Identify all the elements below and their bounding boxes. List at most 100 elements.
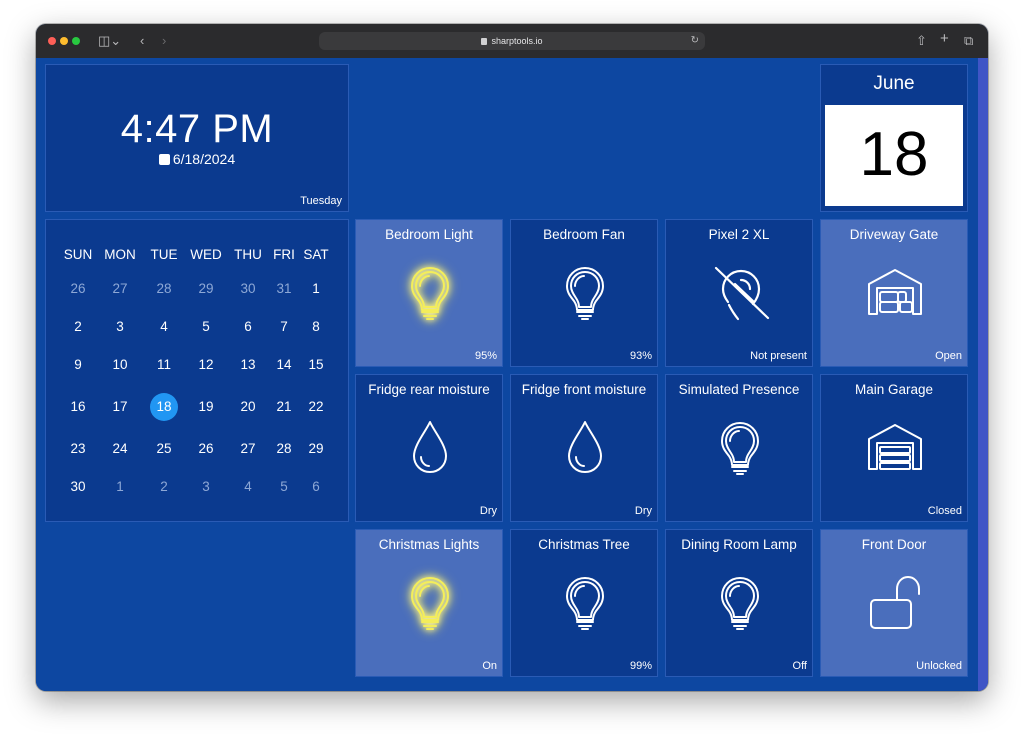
- calendar-day[interactable]: 13: [228, 350, 268, 380]
- calendar-day[interactable]: 29: [296, 434, 336, 464]
- calendar-day-number: 17: [112, 399, 128, 414]
- weekday-header: MON: [104, 247, 136, 262]
- clock-weekday: Tuesday: [300, 195, 342, 207]
- browser-toolbar: ◫⌄ ‹ › sharptools.io ↻ ⇧ + ⧉: [36, 24, 988, 59]
- calendar-day[interactable]: 17: [100, 392, 140, 422]
- scrollbar[interactable]: [978, 58, 988, 691]
- calendar-day[interactable]: 27: [100, 274, 140, 304]
- tile-simulated-presence[interactable]: Simulated Presence: [665, 374, 813, 522]
- tile-status: Off: [792, 660, 807, 672]
- calendar-day[interactable]: 29: [186, 274, 226, 304]
- tile-christmas-tree[interactable]: Christmas Tree 99%: [510, 529, 658, 677]
- calendar-day[interactable]: 3: [100, 312, 140, 342]
- month-day-card: June 18: [820, 64, 968, 212]
- tile-fridge-front-moisture[interactable]: Fridge front moisture Dry: [510, 374, 658, 522]
- calendar-day[interactable]: 9: [58, 350, 98, 380]
- calendar-day-number: 3: [202, 479, 210, 494]
- back-icon[interactable]: ‹: [140, 33, 144, 49]
- reload-icon[interactable]: ↻: [691, 32, 699, 50]
- calendar-day[interactable]: 27: [228, 434, 268, 464]
- calendar-header-row: SUN MON TUE WED THU FRI SAT: [58, 240, 338, 270]
- lightbulb-icon: [710, 417, 770, 477]
- calendar-day[interactable]: 2: [144, 472, 184, 502]
- calendar-day[interactable]: 3: [186, 472, 226, 502]
- calendar-day[interactable]: 11: [144, 350, 184, 380]
- calendar-day-number: 22: [308, 399, 324, 414]
- tile-driveway-gate[interactable]: Driveway Gate Open: [820, 219, 968, 367]
- calendar-day[interactable]: 1: [296, 274, 336, 304]
- calendar-day[interactable]: 1: [100, 472, 140, 502]
- calendar-day-number: 14: [276, 357, 292, 372]
- weekday-header: WED: [190, 247, 222, 262]
- calendar-day-number: 5: [202, 319, 210, 334]
- tile-pixel-2-xl[interactable]: Pixel 2 XL Not present: [665, 219, 813, 367]
- calendar-day[interactable]: 2: [58, 312, 98, 342]
- tile-bedroom-light[interactable]: Bedroom Light 95%: [355, 219, 503, 367]
- tile-title: Driveway Gate: [849, 227, 939, 242]
- calendar-day-number: 19: [198, 399, 214, 414]
- calendar-day[interactable]: 22: [296, 392, 336, 422]
- calendar-day-number: 30: [240, 281, 256, 296]
- tile-dining-room-lamp[interactable]: Dining Room Lamp Off: [665, 529, 813, 677]
- calendar-day-number: 31: [276, 281, 292, 296]
- calendar-icon: [158, 154, 170, 165]
- calendar-day[interactable]: 26: [186, 434, 226, 464]
- calendar-day[interactable]: 23: [58, 434, 98, 464]
- tile-bedroom-fan[interactable]: Bedroom Fan 93%: [510, 219, 658, 367]
- calendar-day[interactable]: 19: [186, 392, 226, 422]
- calendar-day[interactable]: 6: [228, 312, 268, 342]
- calendar-day-number: 29: [308, 441, 324, 456]
- calendar-day[interactable]: 15: [296, 350, 336, 380]
- calendar-day-number: 1: [312, 281, 320, 296]
- calendar-day-number: 25: [156, 441, 172, 456]
- calendar-day[interactable]: 4: [144, 312, 184, 342]
- tile-front-door[interactable]: Front Door Unlocked: [820, 529, 968, 677]
- calendar-day[interactable]: 28: [144, 274, 184, 304]
- calendar-day-number: 13: [240, 357, 256, 372]
- calendar-day[interactable]: 25: [144, 434, 184, 464]
- calendar-day[interactable]: 4: [228, 472, 268, 502]
- calendar-day[interactable]: 6: [296, 472, 336, 502]
- tile-status: 99%: [629, 660, 652, 672]
- tile-title: Bedroom Fan: [543, 227, 625, 242]
- close-window-button[interactable]: [48, 37, 56, 45]
- calendar-day[interactable]: 24: [100, 434, 140, 464]
- clock-date: 6/18/2024: [172, 151, 236, 167]
- calendar-day-number: 1: [116, 479, 124, 494]
- sidebar-toggle-icon[interactable]: ◫⌄: [98, 33, 121, 49]
- calendar-day[interactable]: 8: [296, 312, 336, 342]
- calendar-day[interactable]: 10: [100, 350, 140, 380]
- tile-main-garage[interactable]: Main Garage Closed: [820, 374, 968, 522]
- calendar-day[interactable]: 30: [228, 274, 268, 304]
- weekday-header: THU: [234, 247, 262, 262]
- tile-fridge-rear-moisture[interactable]: Fridge rear moisture Dry: [355, 374, 503, 522]
- forward-icon[interactable]: ›: [162, 33, 166, 49]
- calendar-day-number: 23: [70, 441, 86, 456]
- minimize-window-button[interactable]: [60, 37, 68, 45]
- lock-open-icon: [865, 572, 925, 632]
- calendar-week-row: 9 10 11 12 13 14 15: [58, 350, 338, 388]
- tile-christmas-lights[interactable]: Christmas Lights On: [355, 529, 503, 677]
- calendar-day-number: 27: [112, 281, 128, 296]
- tile-status: 95%: [474, 350, 497, 362]
- calendar-day-number: 28: [156, 281, 172, 296]
- water-drop-icon: [400, 417, 460, 477]
- calendar-grid: SUN MON TUE WED THU FRI SAT 26 27 28 29 30 31 1 2 3 4 5 6 7…: [58, 240, 338, 510]
- calendar-day-number: 2: [160, 479, 168, 494]
- tile-title: Fridge front moisture: [521, 382, 647, 397]
- calendar-day[interactable]: 30: [58, 472, 98, 502]
- calendar-day[interactable]: 26: [58, 274, 98, 304]
- calendar-day[interactable]: 12: [186, 350, 226, 380]
- calendar-week-row: 26 27 28 29 30 31 1: [58, 274, 338, 312]
- calendar-day-today[interactable]: 18: [144, 392, 184, 422]
- new-tab-icon[interactable]: +: [940, 31, 949, 47]
- tab-overview-icon[interactable]: ⧉: [964, 33, 973, 49]
- calendar-day[interactable]: 16: [58, 392, 98, 422]
- weekday-header: TUE: [150, 247, 178, 262]
- zoom-window-button[interactable]: [72, 37, 80, 45]
- calendar-day[interactable]: 5: [186, 312, 226, 342]
- calendar-day[interactable]: 20: [228, 392, 268, 422]
- tile-status: Not present: [750, 350, 807, 362]
- address-bar[interactable]: sharptools.io ↻: [319, 32, 705, 50]
- share-icon[interactable]: ⇧: [916, 33, 927, 49]
